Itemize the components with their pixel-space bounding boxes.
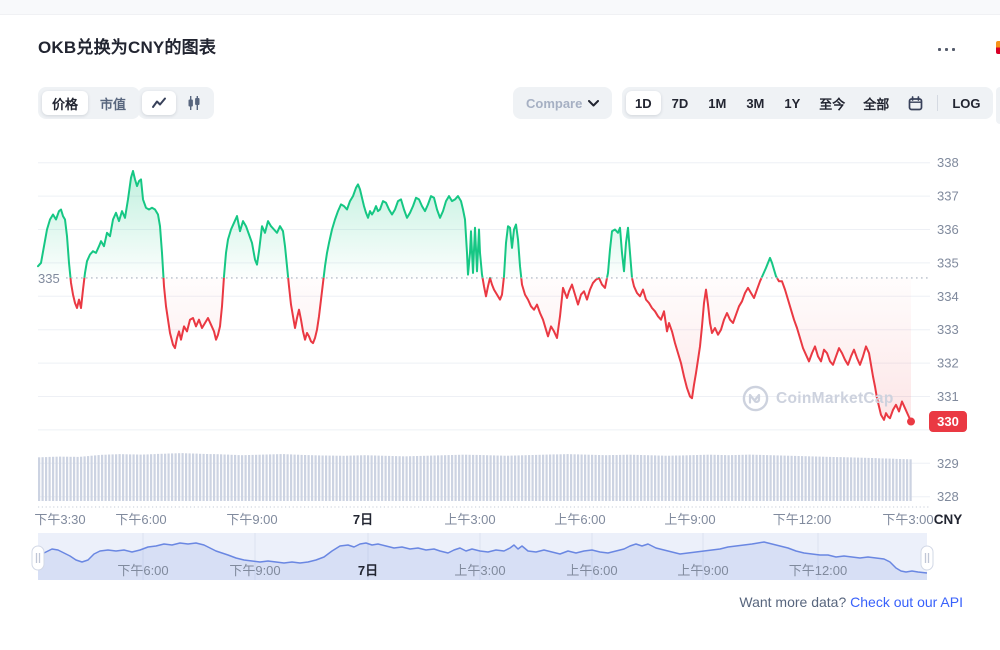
svg-text:上午3:00: 上午3:00 bbox=[454, 563, 505, 578]
cropped-edge-panel bbox=[996, 87, 1000, 124]
svg-text:337: 337 bbox=[937, 189, 959, 204]
svg-text:下午9:00: 下午9:00 bbox=[226, 512, 277, 527]
svg-text:下午9:00: 下午9:00 bbox=[229, 563, 280, 578]
navigator-right-handle[interactable] bbox=[921, 546, 933, 570]
svg-text:7日: 7日 bbox=[358, 563, 378, 578]
footer-api-promo: Want more data? Check out our API bbox=[739, 594, 963, 610]
svg-text:335: 335 bbox=[937, 255, 959, 270]
svg-text:332: 332 bbox=[937, 356, 959, 371]
svg-text:334: 334 bbox=[937, 289, 959, 304]
current-price-badge: 330 bbox=[929, 411, 967, 432]
api-link[interactable]: Check out our API bbox=[850, 594, 963, 610]
last-price-dot bbox=[907, 418, 915, 426]
navigator[interactable]: 下午6:00 下午9:00 7日 上午3:00 上午6:00 上午9:00 下午12:00 bbox=[32, 533, 933, 580]
svg-text:336: 336 bbox=[937, 222, 959, 237]
svg-text:7日: 7日 bbox=[353, 512, 373, 527]
svg-text:上午6:00: 上午6:00 bbox=[566, 563, 617, 578]
svg-text:331: 331 bbox=[937, 389, 959, 404]
volume-bars bbox=[38, 453, 912, 501]
baseline-price-label: 335 bbox=[38, 271, 60, 286]
svg-text:下午12:00: 下午12:00 bbox=[789, 563, 848, 578]
price-chart[interactable]: 335 338 337 336 335 334 333 332 331 329 328 330 下午3:… bbox=[0, 0, 1000, 650]
svg-text:上午6:00: 上午6:00 bbox=[554, 512, 605, 527]
svg-text:328: 328 bbox=[937, 489, 959, 504]
footer-prompt: Want more data? bbox=[739, 594, 846, 610]
svg-text:330: 330 bbox=[937, 414, 959, 429]
svg-text:上午9:00: 上午9:00 bbox=[664, 512, 715, 527]
x-axis: 下午3:30 下午6:00 下午9:00 7日 上午3:00 上午6:00 上午9:00 下午… bbox=[34, 507, 962, 527]
navigator-left-handle[interactable] bbox=[32, 546, 44, 570]
svg-text:329: 329 bbox=[937, 456, 959, 471]
svg-text:下午6:00: 下午6:00 bbox=[117, 563, 168, 578]
svg-text:下午3:30: 下午3:30 bbox=[34, 512, 85, 527]
cropped-edge-icon bbox=[996, 41, 1000, 54]
currency-unit-label: CNY bbox=[934, 512, 963, 527]
svg-text:下午12:00: 下午12:00 bbox=[773, 512, 832, 527]
svg-text:下午3:00: 下午3:00 bbox=[882, 512, 933, 527]
svg-text:上午9:00: 上午9:00 bbox=[677, 563, 728, 578]
y-axis-labels: 338 337 336 335 334 333 332 331 329 328 bbox=[937, 155, 959, 504]
svg-text:333: 333 bbox=[937, 322, 959, 337]
svg-text:上午3:00: 上午3:00 bbox=[444, 512, 495, 527]
svg-text:338: 338 bbox=[937, 155, 959, 170]
svg-text:下午6:00: 下午6:00 bbox=[115, 512, 166, 527]
